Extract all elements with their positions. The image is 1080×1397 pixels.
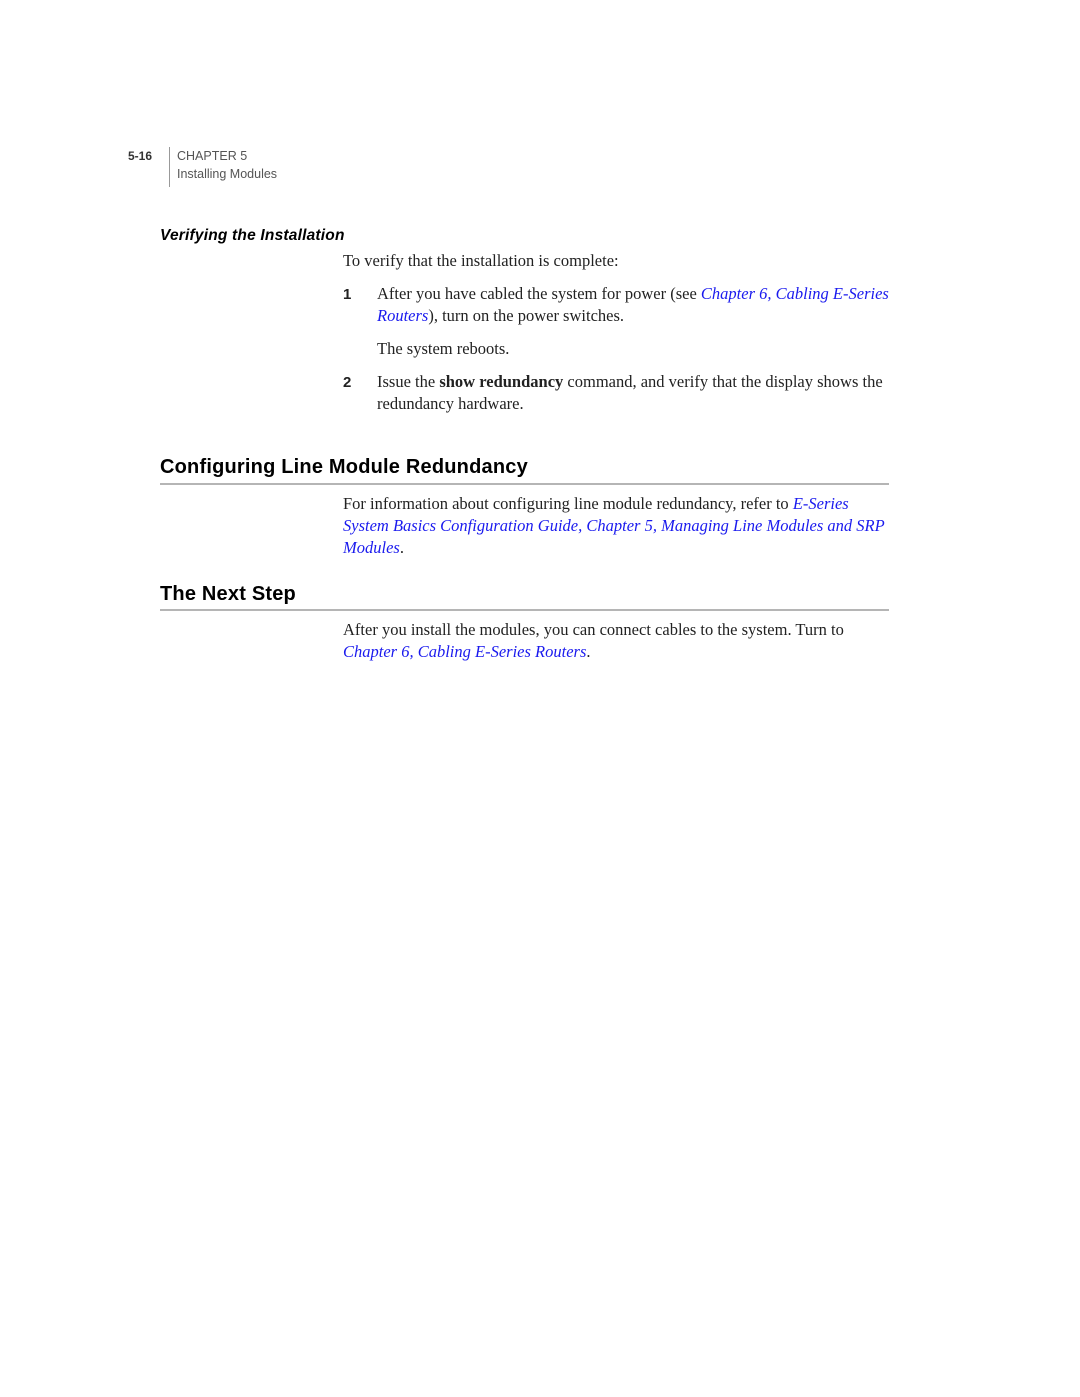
configuring-paragraph: For information about configuring line m… (343, 493, 893, 559)
step-text: Issue the show redundancy command, and v… (377, 371, 897, 415)
step-text-part: Issue the (377, 372, 440, 391)
verify-intro: To verify that the installation is compl… (343, 251, 619, 270)
section-rule (160, 609, 889, 611)
step-number: 1 (343, 286, 352, 303)
paragraph-text: . (399, 538, 404, 557)
chapter-title: Installing Modules (177, 167, 278, 181)
section-heading-configuring: Configuring Line Module Redundancy (160, 456, 528, 478)
link-chapter-6-cabling[interactable]: Chapter 6, Cabling E-Series Routers (343, 642, 586, 661)
step-text-part: ), turn on the power switches. (428, 306, 625, 325)
step-text: After you have cabled the system for pow… (377, 283, 897, 327)
paragraph-text: After you install the modules, you can c… (343, 620, 844, 639)
next-step-paragraph: After you install the modules, you can c… (343, 619, 893, 663)
section-rule (160, 483, 889, 485)
running-head-divider (169, 147, 170, 187)
step-result: The system reboots. (377, 339, 510, 358)
step-number: 2 (343, 374, 352, 391)
paragraph-text: For information about configuring line m… (343, 494, 793, 513)
command-name: show redundancy (439, 372, 564, 391)
paragraph-text: . (586, 642, 591, 661)
page-number: 5-16 (128, 149, 153, 163)
step-text-part: After you have cabled the system for pow… (377, 284, 701, 303)
section-heading-verifying: Verifying the Installation (160, 227, 345, 244)
section-heading-next-step: The Next Step (160, 583, 296, 605)
chapter-label: CHAPTER 5 (177, 149, 248, 163)
